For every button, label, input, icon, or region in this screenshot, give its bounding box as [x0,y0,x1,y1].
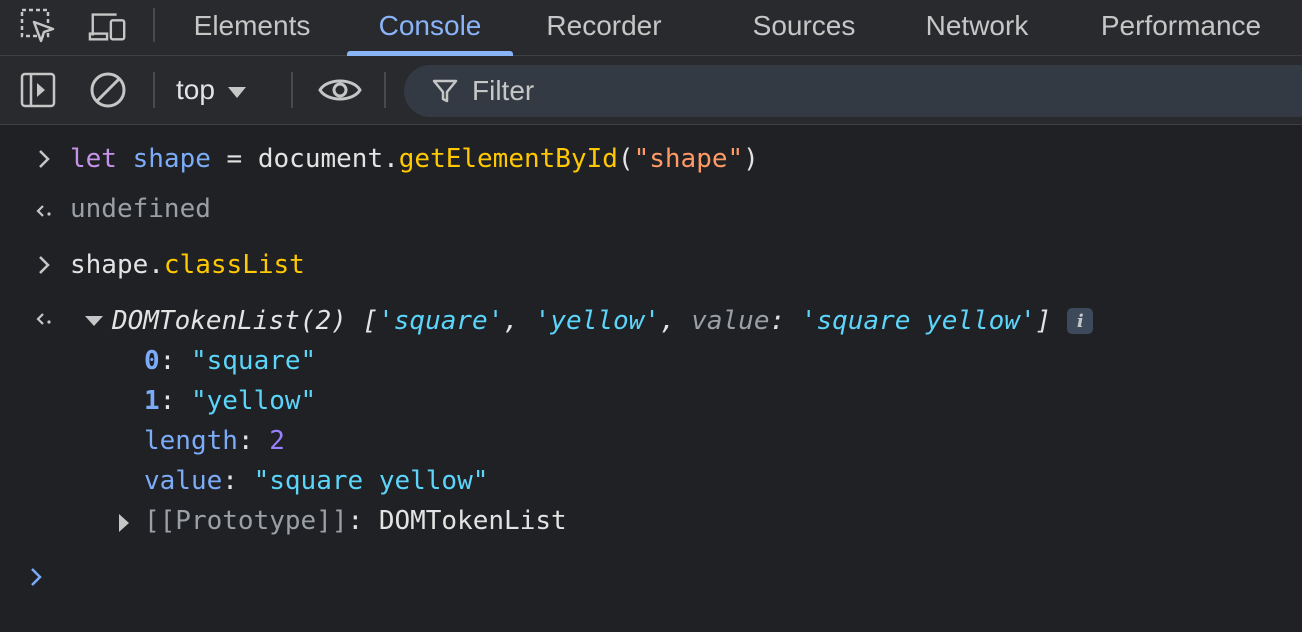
clear-console-icon[interactable] [86,68,130,112]
variable-name: shape [132,144,211,174]
chevron-down-icon [227,74,247,106]
prototype-value: DOMTokenList [378,506,567,536]
toolbar-separator [291,72,293,108]
preview-comma: , [503,306,535,336]
preview-item-1: 'yellow' [534,306,660,336]
input-prompt-icon [34,245,54,285]
console-result-undefined: undefined [70,194,211,224]
context-label: top [176,74,215,105]
property-separator: : [159,346,191,376]
property-value: "square yellow" [253,466,489,496]
console-output[interactable]: let shape = document. getElementById("sha… [0,125,1302,632]
property-row: 1: "yellow" [144,381,316,421]
bracket-open: [ [346,306,379,336]
expand-triangle-down-icon[interactable] [84,301,104,341]
property-key: 1 [144,386,160,416]
console-toolbar: top [0,56,1302,125]
property-separator: : [237,426,270,456]
inspect-element-icon[interactable] [18,6,58,46]
preview-value: 'square yellow' [800,306,1036,336]
filter-input[interactable] [470,74,1174,108]
tab-bar-separator [153,8,155,42]
expand-triangle-right-icon[interactable] [114,503,134,543]
output-return-icon [34,299,54,339]
domtokenlist-summary[interactable]: DOMTokenList(2) ['square', 'yellow', val… [112,301,1094,341]
preview-item-0: 'square' [378,306,504,336]
tab-performance[interactable]: Performance [1078,0,1284,52]
paren-open: ( [617,144,634,174]
input-prompt-icon [34,139,54,179]
tab-network[interactable]: Network [904,0,1050,52]
keyword-let: let [70,144,117,174]
object-document: document. [257,144,399,174]
property-row: 0: "square" [144,341,316,381]
property-row: value: "square yellow" [144,461,488,501]
property-classlist: classList [163,250,305,280]
tab-recorder[interactable]: Recorder [523,0,685,52]
tab-elements[interactable]: Elements [170,0,334,52]
property-value: "square" [190,346,317,376]
context-selector[interactable]: top [176,68,247,112]
console-input-line[interactable]: let shape = document. getElementById("sha… [70,139,759,179]
property-separator: : [222,466,254,496]
object-shape: shape. [70,250,164,280]
preview-value-key: value [691,306,770,336]
paren-close: ) [743,144,759,174]
filter-icon [432,78,458,104]
property-row: length: 2 [144,421,285,461]
toolbar-separator [153,72,155,108]
prototype-key: [[Prototype]] [144,506,348,536]
property-key: length [144,426,238,456]
devtools-tab-bar: Elements Console Recorder Sources Networ… [0,0,1302,56]
live-expression-eye-icon[interactable] [316,68,364,112]
console-prompt-icon [26,557,46,597]
string-argument: "shape" [633,144,744,174]
tab-console[interactable]: Console [347,0,513,52]
filter-box [404,65,1302,117]
sidebar-toggle-icon[interactable] [16,68,60,112]
prototype-row[interactable]: [[Prototype]]: DOMTokenList [144,501,567,541]
output-return-icon [34,191,54,231]
property-separator: : [159,386,191,416]
prototype-separator: : [347,506,379,536]
assignment-operator: = [210,144,258,174]
preview-colon: : [769,306,801,336]
property-key: value [144,466,223,496]
method-name: getElementById [398,144,618,174]
tab-sources[interactable]: Sources [730,0,878,52]
toolbar-separator [384,72,386,108]
object-type: DOMTokenList(2) [112,306,347,336]
console-input-line[interactable]: shape. classList [70,245,305,285]
info-icon[interactable]: i [1067,308,1094,334]
preview-comma: , [659,306,692,336]
property-value: "yellow" [190,386,317,416]
device-toolbar-icon[interactable] [88,6,128,46]
console-prompt-input[interactable] [60,557,1260,597]
property-value: 2 [269,426,285,456]
property-key: 0 [144,346,160,376]
bracket-close: ] [1035,306,1052,336]
